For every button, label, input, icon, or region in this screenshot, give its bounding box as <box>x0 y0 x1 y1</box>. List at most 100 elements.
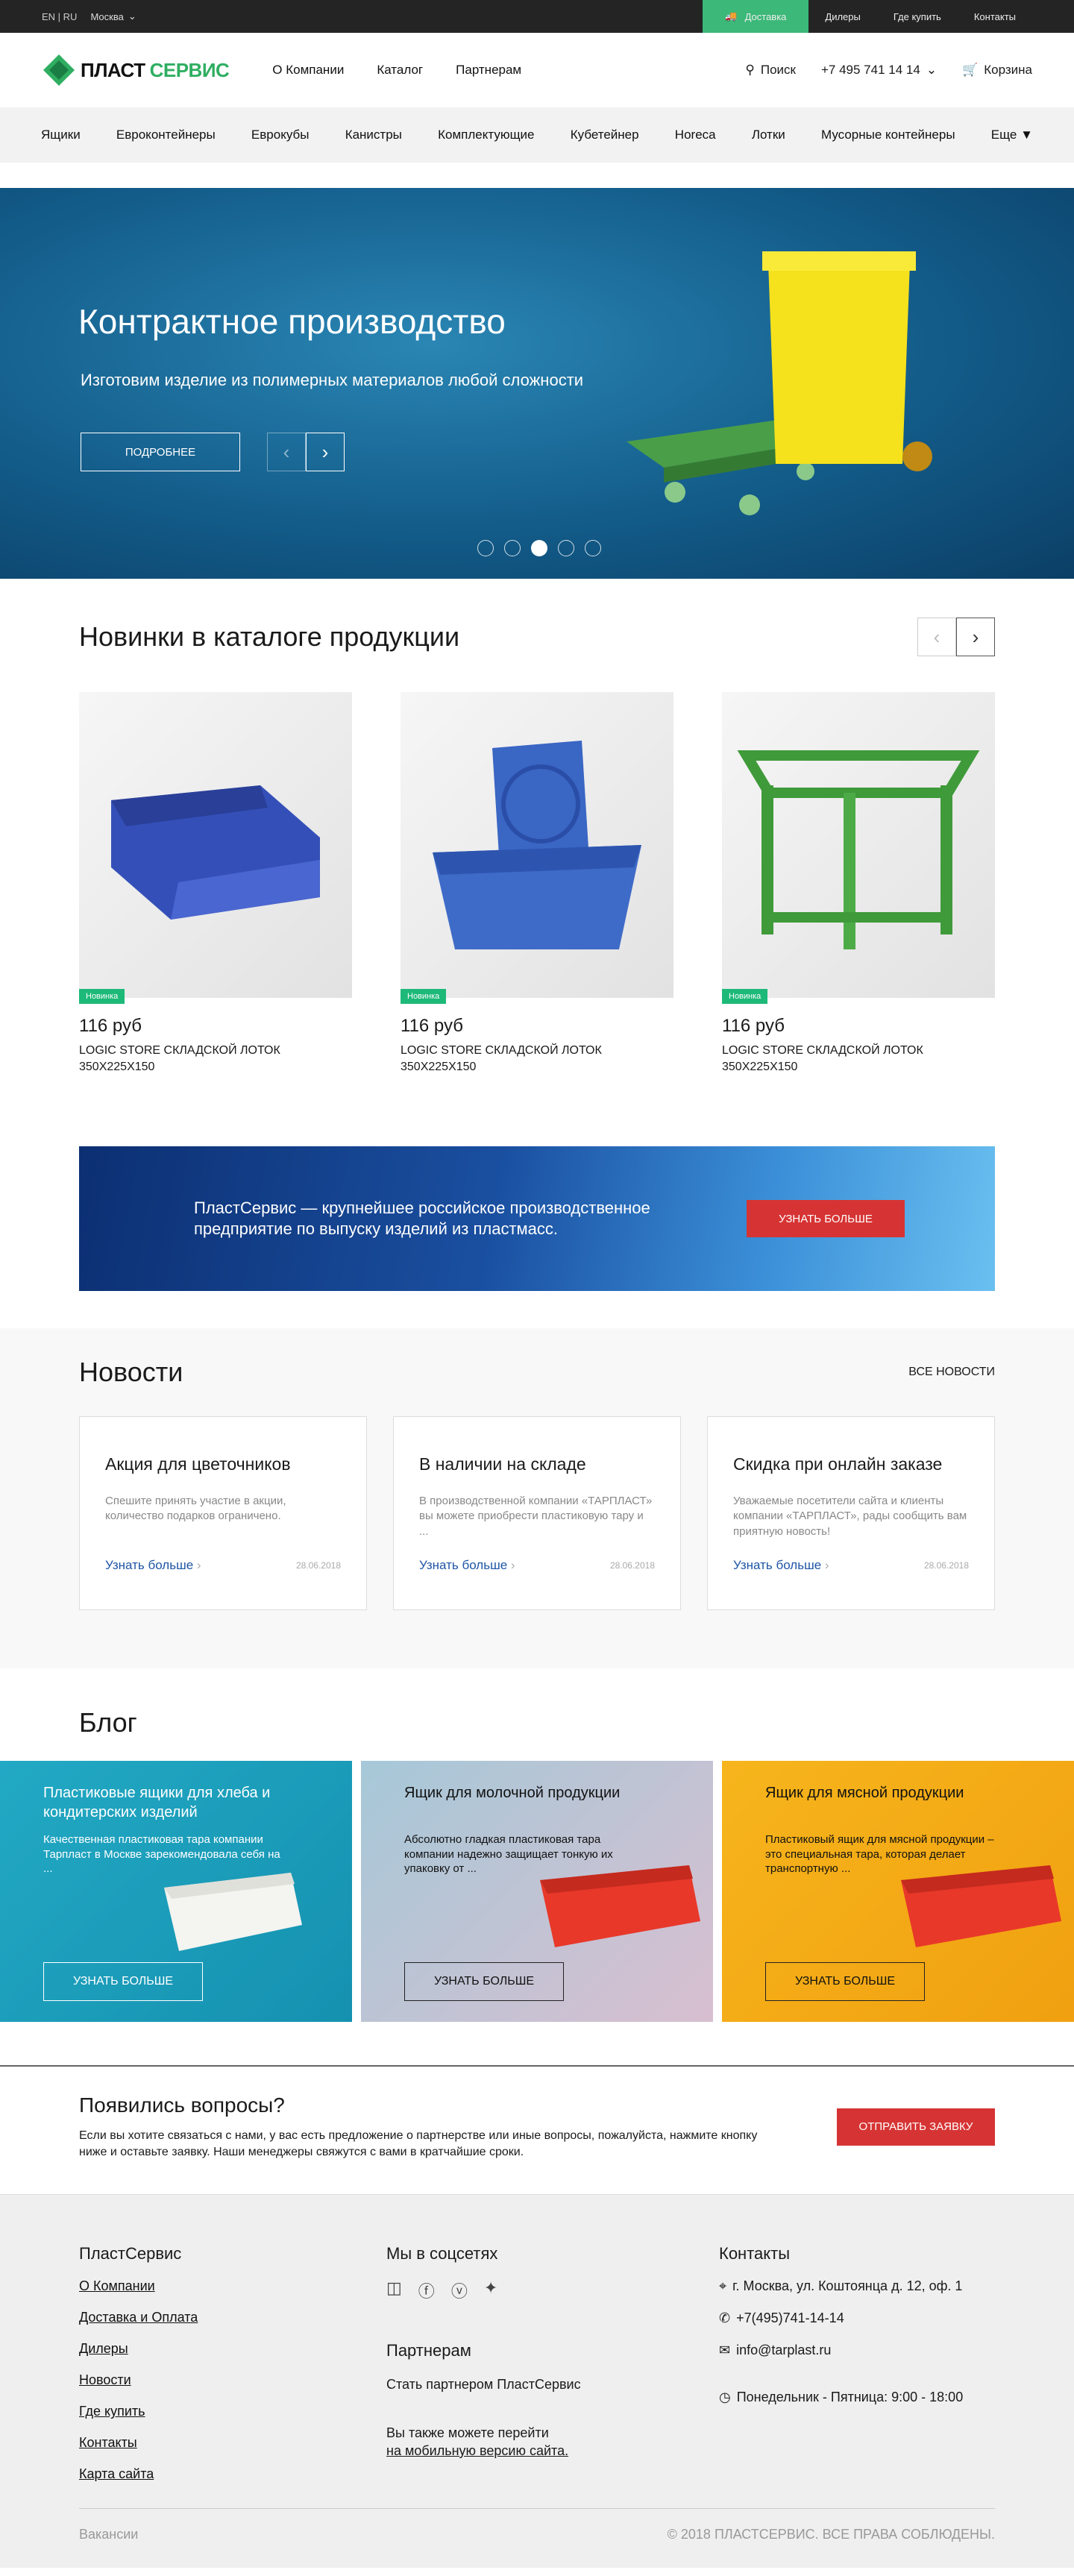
cart-label: Корзина <box>984 63 1032 77</box>
news-card[interactable]: Акция для цветочников Спешите принять уч… <box>79 1416 367 1611</box>
dealers-link[interactable]: Дилеры <box>808 0 876 33</box>
chevron-down-icon: ⌄ <box>926 63 938 77</box>
new-badge: Новинка <box>722 989 768 1004</box>
all-news-link[interactable]: ВСЕ НОВОСТИ <box>908 1366 995 1379</box>
cat-canisters[interactable]: Канистры <box>345 128 402 142</box>
news-card-title: В наличии на складе <box>419 1454 586 1474</box>
footer-link[interactable]: Доставка и Оплата <box>79 2310 386 2325</box>
logo[interactable]: ПЛАСТ СЕРВИС <box>42 53 230 87</box>
footer-email[interactable]: info@tarplast.ru <box>736 2343 831 2358</box>
blog-section: Блог Пластиковые ящики для хлеба и конди… <box>0 1707 1074 2023</box>
cat-more[interactable]: Еще ▼ <box>991 128 1033 142</box>
novelty-prev-arrow[interactable]: ‹ <box>917 618 956 656</box>
top-bar: EN | RU Москва ⌄ 🚚 Доставка Дилеры Где куп… <box>0 0 1074 33</box>
contacts-link[interactable]: Контакты <box>958 0 1032 33</box>
social-title: Мы в соцсетях <box>386 2244 498 2264</box>
blog-title: Блог <box>79 1707 137 1738</box>
cart-button[interactable]: 🛒 Корзина <box>962 63 1032 78</box>
delivery-link[interactable]: 🚚 Доставка <box>703 0 809 33</box>
search-button[interactable]: ⚲ Поиск <box>745 63 796 78</box>
instagram-icon[interactable]: ◫ <box>386 2278 402 2302</box>
product-card[interactable]: Новинка 116 руб LOGIC STORE СКЛАДСКОЙ ЛО… <box>722 692 995 1075</box>
nav-catalog[interactable]: Каталог <box>377 63 423 78</box>
slider-dot[interactable] <box>585 540 601 556</box>
nav-partners[interactable]: Партнерам <box>456 63 521 78</box>
product-image <box>722 692 995 998</box>
partner-link[interactable]: Стать партнером ПластСервис <box>386 2375 719 2393</box>
footer-phone[interactable]: +7(495)741-14-14 <box>736 2310 844 2326</box>
news-card-text: Спешите принять участие в акции, количес… <box>105 1495 286 1523</box>
where-buy-link[interactable]: Где купить <box>877 0 958 33</box>
cart-icon: 🛒 <box>962 63 979 77</box>
header: ПЛАСТ СЕРВИС О Компании Каталог Партнерам… <box>0 33 1074 107</box>
footer-link[interactable]: Карта сайта <box>79 2466 386 2482</box>
product-name[interactable]: LOGIC STORE СКЛАДСКОЙ ЛОТОК 350Х225Х150 <box>79 1043 352 1075</box>
news-card[interactable]: В наличии на складе В производственной к… <box>393 1416 681 1611</box>
cat-horeca[interactable]: Horeca <box>675 128 716 142</box>
news-card-date: 28.06.2018 <box>923 1560 969 1571</box>
city-select[interactable]: Москва ⌄ <box>90 10 136 22</box>
cat-eurocontainers[interactable]: Евроконтейнеры <box>116 128 216 142</box>
novelty-title: Новинки в каталоге продукции <box>79 621 460 652</box>
work-hours: Понедельник - Пятница: 9:00 - 18:00 <box>736 2390 964 2405</box>
news-title: Новости <box>79 1357 183 1388</box>
hero-next-arrow[interactable]: › <box>306 433 345 471</box>
footer-link[interactable]: Контакты <box>79 2435 386 2451</box>
mobile-version-link[interactable]: на мобильную версию сайта. <box>386 2442 719 2460</box>
footer-link[interactable]: Где купить <box>79 2404 386 2419</box>
footer-link[interactable]: О Компании <box>79 2278 386 2294</box>
blog-tile[interactable]: Ящик для молочной продукции Абсолютно гл… <box>361 1761 713 2023</box>
cat-boxes[interactable]: Ящики <box>41 128 81 142</box>
cat-trays[interactable]: Лотки <box>752 128 785 142</box>
vk-icon[interactable]: ⓥ <box>451 2278 468 2302</box>
blog-tile-button[interactable]: УЗНАТЬ БОЛЬШЕ <box>43 1962 203 2002</box>
product-name[interactable]: LOGIC STORE СКЛАДСКОЙ ЛОТОК 350Х225Х150 <box>401 1043 673 1075</box>
product-card[interactable]: Новинка 116 руб LOGIC STORE СКЛАДСКОЙ ЛО… <box>79 692 352 1075</box>
footer-link[interactable]: Дилеры <box>79 2341 386 2357</box>
footer: ПластСервис О Компании Доставка и Оплата… <box>0 2194 1074 2569</box>
blog-tile-image <box>540 1865 700 1948</box>
facebook-icon[interactable]: ⓕ <box>418 2278 435 2302</box>
product-card[interactable]: Новинка 116 руб LOGIC STORE СКЛАДСКОЙ ЛО… <box>401 692 673 1075</box>
hero-prev-arrow[interactable]: ‹ <box>267 433 306 471</box>
twitter-icon[interactable]: ✦ <box>484 2278 497 2302</box>
news-card-link[interactable]: Узнать больше › <box>419 1558 515 1573</box>
slider-dot[interactable] <box>504 540 521 556</box>
cat-eurocubes[interactable]: Еврокубы <box>251 128 310 142</box>
blog-tile-button[interactable]: УЗНАТЬ БОЛЬШЕ <box>765 1962 925 2002</box>
slider-dot-active[interactable] <box>531 540 547 556</box>
location-pin-icon: ⌖ <box>719 2278 727 2294</box>
news-card-date: 28.06.2018 <box>609 1560 655 1571</box>
product-price: 116 руб <box>722 1016 785 1036</box>
blog-tile[interactable]: Ящик для мясной продукции Пластиковый ящ… <box>722 1761 1074 2023</box>
product-name[interactable]: LOGIC STORE СКЛАДСКОЙ ЛОТОК 350Х225Х150 <box>722 1043 995 1075</box>
send-request-button[interactable]: ОТПРАВИТЬ ЗАЯВКУ <box>837 2108 995 2146</box>
promo-button[interactable]: УЗНАТЬ БОЛЬШЕ <box>747 1200 905 1238</box>
slider-dot[interactable] <box>558 540 574 556</box>
language-switch[interactable]: EN | RU <box>42 11 77 22</box>
chevron-down-icon: ⌄ <box>128 10 136 22</box>
news-card-link[interactable]: Узнать больше › <box>733 1558 829 1573</box>
nav-about[interactable]: О Компании <box>272 63 344 78</box>
blog-tile-button[interactable]: УЗНАТЬ БОЛЬШЕ <box>404 1962 564 2002</box>
search-icon: ⚲ <box>745 63 755 77</box>
search-label: Поиск <box>760 63 796 77</box>
news-card[interactable]: Скидка при онлайн заказе Уважаемые посет… <box>707 1416 995 1611</box>
cat-parts[interactable]: Комплектующие <box>438 128 534 142</box>
cat-waste[interactable]: Мусорные контейнеры <box>821 128 955 142</box>
triangle-down-icon: ▼ <box>1020 128 1033 142</box>
novelty-next-arrow[interactable]: › <box>956 618 995 656</box>
slider-dot[interactable] <box>477 540 494 556</box>
cat-cubetainer[interactable]: Кубетейнер <box>571 128 639 142</box>
footer-link[interactable]: Новости <box>79 2372 386 2388</box>
cat-more-label: Еще <box>990 128 1017 142</box>
blog-tile-image <box>164 1873 302 1952</box>
vacancies-link[interactable]: Вакансии <box>79 2527 138 2542</box>
news-card-link-label: Узнать больше <box>105 1558 194 1573</box>
logo-icon <box>43 54 75 86</box>
hero-product-image <box>626 251 932 515</box>
blog-tile[interactable]: Пластиковые ящики для хлеба и кондитерск… <box>0 1761 352 2023</box>
hero-more-button[interactable]: ПОДРОБНЕЕ <box>81 433 240 471</box>
phone-select[interactable]: +7 495 741 14 14 ⌄ <box>821 63 937 78</box>
news-card-link[interactable]: Узнать больше › <box>105 1558 201 1573</box>
